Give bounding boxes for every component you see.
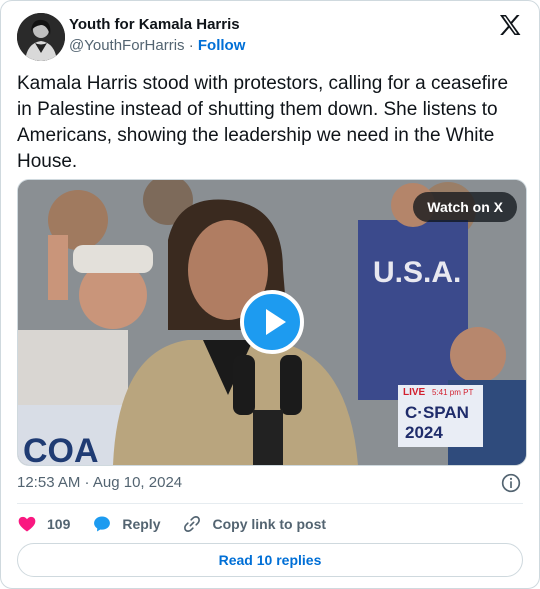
info-icon[interactable] [501,473,521,493]
heart-icon [18,516,36,532]
author-name[interactable]: Youth for Kamala Harris [69,16,240,33]
live-label: LIVE [403,387,426,398]
play-button[interactable] [240,290,304,354]
author-handle[interactable]: @YouthForHarris [69,37,185,54]
reply-bubble-icon [94,516,111,532]
divider [17,503,523,504]
reply-label: Reply [122,516,161,532]
network-label: C·SPAN [405,403,469,422]
post-text: Kamala Harris stood with protestors, cal… [17,73,509,172]
network-year: 2024 [405,423,443,442]
live-time: 5:41 pm PT [432,388,473,397]
author-handle-row: @YouthForHarris · Follow [69,37,245,54]
handle-separator: · [188,37,194,54]
link-icon [184,516,201,532]
follow-button[interactable]: Follow [198,37,246,54]
author-avatar[interactable] [17,13,65,61]
play-icon [266,309,286,335]
read-replies-button[interactable]: Read 10 replies [17,543,523,577]
post-timestamp[interactable]: 12:53 AM · Aug 10, 2024 [17,474,182,491]
reply-button[interactable]: Reply [92,514,160,534]
copy-link-button[interactable]: Copy link to post [182,514,326,534]
watch-on-x-button[interactable]: Watch on X [413,192,517,222]
copy-link-label: Copy link to post [212,516,327,532]
banner-text: COA [23,432,99,465]
action-bar: 109 Reply Copy link to post [17,513,348,535]
like-button[interactable]: 109 [17,514,70,534]
shirt-text: U.S.A. [373,256,461,289]
x-logo-icon[interactable] [499,15,521,35]
post-card: Youth for Kamala Harris @YouthForHarris … [0,0,540,589]
video-player[interactable]: U.S.A. COA LIVE 5:41 pm PT C·SPAN 2024 W… [17,179,527,466]
profile-avatar-icon [17,13,65,61]
like-count: 109 [47,516,71,532]
